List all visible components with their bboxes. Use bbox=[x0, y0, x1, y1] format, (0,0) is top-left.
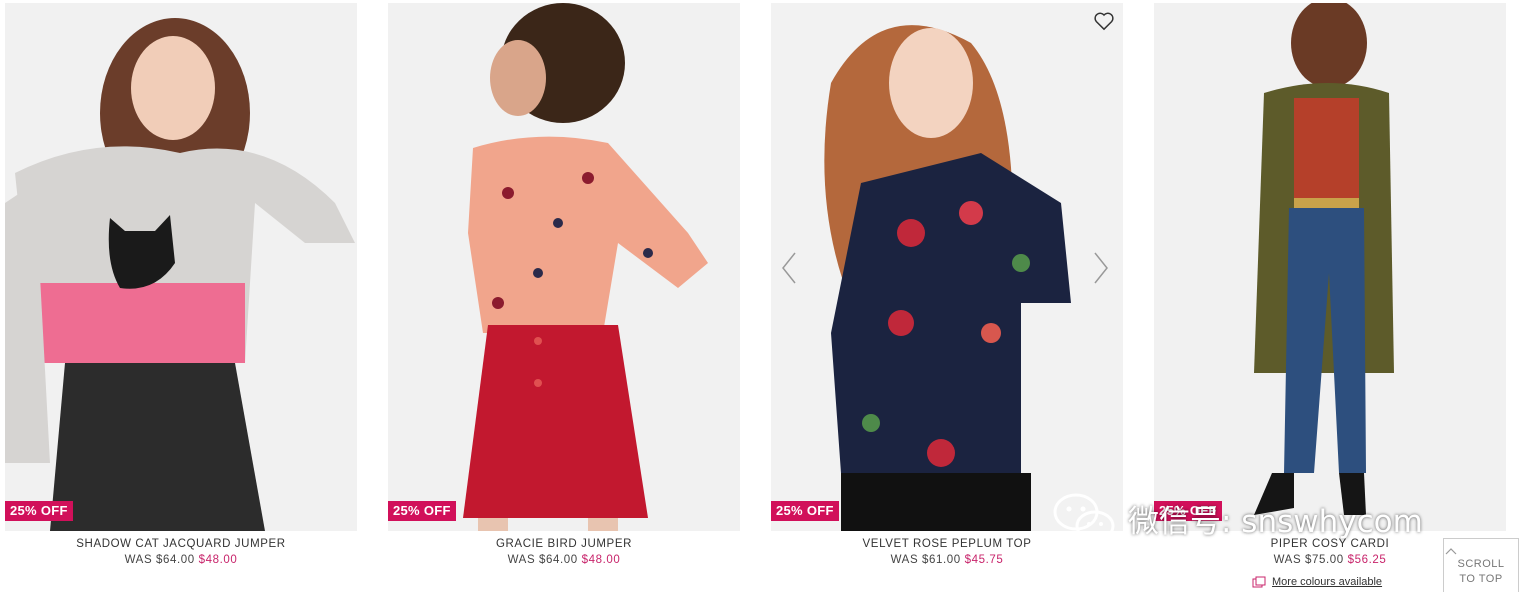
sale-price: $48.00 bbox=[198, 554, 238, 566]
discount-badge: 25% OFF bbox=[388, 501, 456, 521]
product-image[interactable]: 25% OFF bbox=[388, 3, 740, 531]
product-name[interactable]: GRACIE BIRD JUMPER bbox=[388, 538, 740, 550]
chevron-left-icon[interactable] bbox=[779, 251, 799, 285]
was-price: WAS $61.00 bbox=[890, 554, 961, 566]
was-price: WAS $64.00 bbox=[124, 554, 195, 566]
discount-badge: 25% OFF bbox=[771, 501, 839, 521]
sale-price: $56.25 bbox=[1347, 554, 1387, 566]
sale-price: $48.00 bbox=[581, 554, 621, 566]
chevron-up-icon bbox=[1445, 548, 1457, 555]
was-price: WAS $64.00 bbox=[507, 554, 578, 566]
discount-badge: 25% OFF bbox=[5, 501, 73, 521]
more-colours-link[interactable]: More colours available bbox=[1252, 576, 1382, 588]
model-photo bbox=[5, 3, 357, 531]
scroll-to-top-button[interactable]: SCROLL TO TOP bbox=[1443, 538, 1519, 592]
model-photo bbox=[1154, 3, 1506, 531]
product-image[interactable]: 25% OFF bbox=[1154, 3, 1506, 531]
was-price: WAS $75.00 bbox=[1273, 554, 1344, 566]
product-image[interactable]: 25% OFF bbox=[5, 3, 357, 531]
model-photo bbox=[771, 3, 1123, 531]
more-colours-label[interactable]: More colours available bbox=[1272, 576, 1382, 588]
product-price: WAS $64.00 $48.00 bbox=[388, 554, 740, 566]
scroll-top-line1: SCROLL bbox=[1457, 558, 1505, 570]
product-card-shadow-cat[interactable]: 25% OFF SHADOW CAT JACQUARD JUMPER WAS $… bbox=[5, 3, 357, 591]
scroll-top-line2: TO TOP bbox=[1459, 573, 1503, 585]
product-image[interactable]: 25% OFF bbox=[771, 3, 1123, 531]
watermark-text: 微信号: snswhycom bbox=[1128, 503, 1423, 540]
product-price: WAS $61.00 $45.75 bbox=[771, 554, 1123, 566]
watermark: 微信号: snswhycom bbox=[1052, 490, 1423, 546]
model-photo bbox=[388, 3, 740, 531]
wishlist-heart-icon[interactable] bbox=[1093, 11, 1115, 31]
chevron-right-icon[interactable] bbox=[1091, 251, 1111, 285]
product-name[interactable]: SHADOW CAT JACQUARD JUMPER bbox=[5, 538, 357, 550]
colour-swatch-icon bbox=[1252, 576, 1266, 588]
product-card-gracie-bird[interactable]: 25% OFF GRACIE BIRD JUMPER WAS $64.00 $4… bbox=[388, 3, 740, 591]
wechat-icon bbox=[1053, 493, 1115, 542]
sale-price: $45.75 bbox=[964, 554, 1004, 566]
product-price: WAS $64.00 $48.00 bbox=[5, 554, 357, 566]
